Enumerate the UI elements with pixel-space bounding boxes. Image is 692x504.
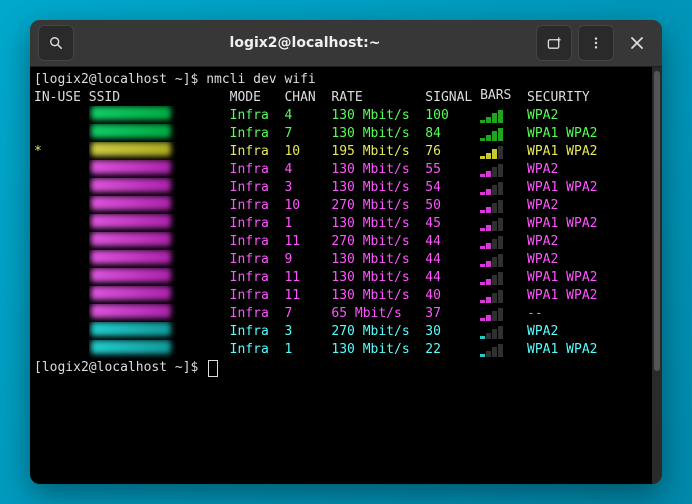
signal-bars-icon xyxy=(480,199,527,213)
wifi-row: Infra 11 130 Mbit/s 40 WPA1 WPA2 xyxy=(34,287,648,305)
wifi-row: Infra 9 130 Mbit/s 44 WPA2 xyxy=(34,251,648,269)
titlebar: logix2@localhost:~ xyxy=(30,20,662,67)
ssid-redacted xyxy=(91,232,171,246)
menu-button[interactable] xyxy=(578,25,614,61)
wifi-row: Infra 11 270 Mbit/s 44 WPA2 xyxy=(34,233,648,251)
window-title: logix2@localhost:~ xyxy=(80,35,530,51)
ssid-redacted xyxy=(91,196,171,210)
ssid-redacted xyxy=(91,124,171,138)
terminal-output[interactable]: [logix2@localhost ~]$ nmcli dev wifiIN-U… xyxy=(30,67,652,484)
signal-bars-icon xyxy=(480,163,527,177)
signal-bars-icon xyxy=(480,235,527,249)
wifi-row: Infra 4 130 Mbit/s 100 WPA2 xyxy=(34,107,648,125)
signal-bars-icon xyxy=(480,307,527,321)
signal-bars-icon xyxy=(480,343,527,357)
cursor xyxy=(208,360,218,377)
wifi-row: Infra 7 65 Mbit/s 37 -- xyxy=(34,305,648,323)
wifi-row: Infra 3 270 Mbit/s 30 WPA2 xyxy=(34,323,648,341)
ssid-redacted xyxy=(91,106,171,120)
wifi-row: Infra 7 130 Mbit/s 84 WPA1 WPA2 xyxy=(34,125,648,143)
wifi-row: Infra 10 270 Mbit/s 50 WPA2 xyxy=(34,197,648,215)
search-button[interactable] xyxy=(38,25,74,61)
ssid-redacted xyxy=(91,214,171,228)
signal-bars-icon xyxy=(480,289,527,303)
new-tab-icon xyxy=(547,36,562,51)
wifi-row: * Infra 10 195 Mbit/s 76 WPA1 WPA2 xyxy=(34,143,648,161)
wifi-row: Infra 3 130 Mbit/s 54 WPA1 WPA2 xyxy=(34,179,648,197)
ssid-redacted xyxy=(91,250,171,264)
new-tab-button[interactable] xyxy=(536,25,572,61)
ssid-redacted xyxy=(91,268,171,282)
close-button[interactable] xyxy=(620,26,654,60)
wifi-row: Infra 4 130 Mbit/s 55 WPA2 xyxy=(34,161,648,179)
wifi-row: Infra 1 130 Mbit/s 45 WPA1 WPA2 xyxy=(34,215,648,233)
signal-bars-icon xyxy=(480,145,527,159)
terminal-window: logix2@localhost:~ [logix2@localhost ~]$… xyxy=(30,20,662,484)
signal-bars-icon xyxy=(480,253,527,267)
table-header: IN-USE SSID MODE CHAN RATE SIGNAL BARSSE… xyxy=(34,89,648,107)
wifi-row: Infra 1 130 Mbit/s 22 WPA1 WPA2 xyxy=(34,341,648,359)
ssid-redacted xyxy=(91,340,171,354)
scrollbar[interactable] xyxy=(652,67,662,484)
signal-bars-icon xyxy=(480,325,527,339)
signal-bars-icon xyxy=(480,271,527,285)
scrollbar-thumb[interactable] xyxy=(654,71,660,371)
signal-bars-icon xyxy=(480,109,527,123)
close-icon xyxy=(631,37,643,49)
prompt-line: [logix2@localhost ~]$ xyxy=(34,359,648,377)
ssid-redacted xyxy=(91,304,171,318)
ssid-redacted xyxy=(91,160,171,174)
signal-bars-icon xyxy=(480,127,527,141)
ssid-redacted xyxy=(91,142,171,156)
ssid-redacted xyxy=(91,178,171,192)
signal-bars-icon xyxy=(480,217,527,231)
ssid-redacted xyxy=(91,322,171,336)
wifi-row: Infra 11 130 Mbit/s 44 WPA1 WPA2 xyxy=(34,269,648,287)
prompt-line: [logix2@localhost ~]$ nmcli dev wifi xyxy=(34,71,648,89)
kebab-menu-icon xyxy=(589,36,603,50)
search-icon xyxy=(49,36,63,50)
signal-bars-icon xyxy=(480,181,527,195)
ssid-redacted xyxy=(91,286,171,300)
